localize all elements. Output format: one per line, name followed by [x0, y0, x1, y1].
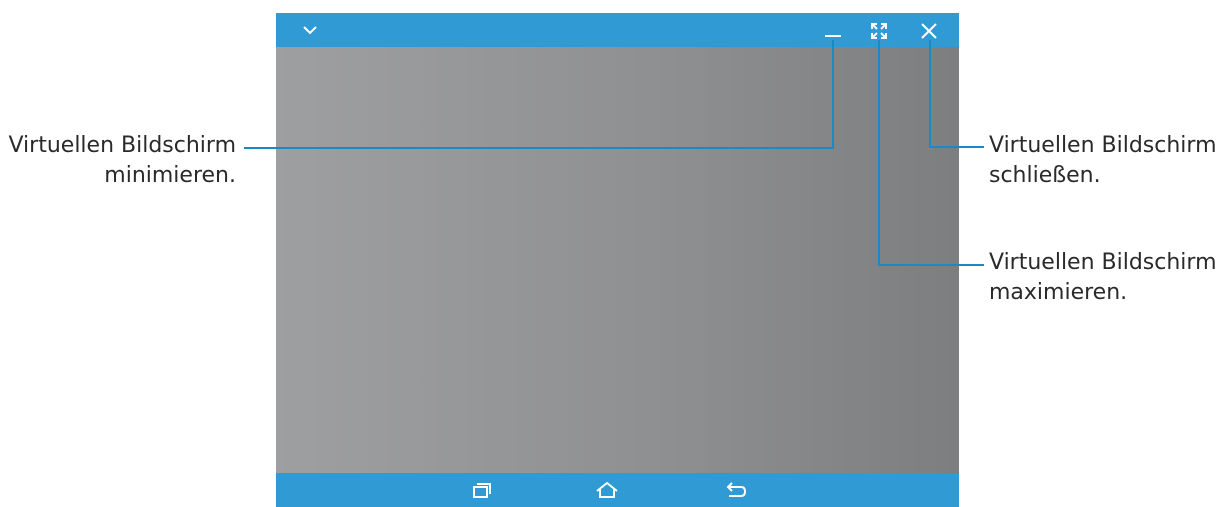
- maximize-callout-line2: maximieren.: [989, 280, 1128, 305]
- home-icon[interactable]: [595, 481, 619, 499]
- maximize-icon[interactable]: [869, 21, 889, 41]
- minimize-callout-line-horizontal: [244, 147, 834, 149]
- window-title-bar: [276, 13, 959, 47]
- close-callout-line1: Virtuellen Bildschirm: [989, 133, 1217, 158]
- maximize-callout-text: Virtuellen Bildschirm maximieren.: [989, 248, 1225, 308]
- virtual-screen-window: [276, 13, 959, 507]
- close-callout-line-vertical: [929, 40, 931, 148]
- minimize-callout-text: Virtuellen Bildschirm minimieren.: [0, 131, 236, 191]
- recent-apps-icon[interactable]: [472, 481, 492, 499]
- close-callout-line2: schließen.: [989, 163, 1101, 188]
- maximize-callout-line-horizontal: [878, 264, 984, 266]
- minimize-icon[interactable]: [823, 23, 843, 39]
- minimize-callout-line-vertical: [832, 40, 834, 149]
- back-icon[interactable]: [725, 481, 747, 499]
- minimize-callout-line2: minimieren.: [104, 163, 236, 188]
- maximize-callout-line-vertical: [878, 40, 880, 266]
- navigation-bar: [276, 473, 959, 507]
- maximize-callout-line1: Virtuellen Bildschirm: [989, 250, 1217, 275]
- minimize-callout-line1: Virtuellen Bildschirm: [8, 133, 236, 158]
- close-callout-line-horizontal: [929, 146, 984, 148]
- chevron-down-icon[interactable]: [302, 23, 318, 37]
- close-icon[interactable]: [919, 21, 939, 41]
- close-callout-text: Virtuellen Bildschirm schließen.: [989, 131, 1225, 191]
